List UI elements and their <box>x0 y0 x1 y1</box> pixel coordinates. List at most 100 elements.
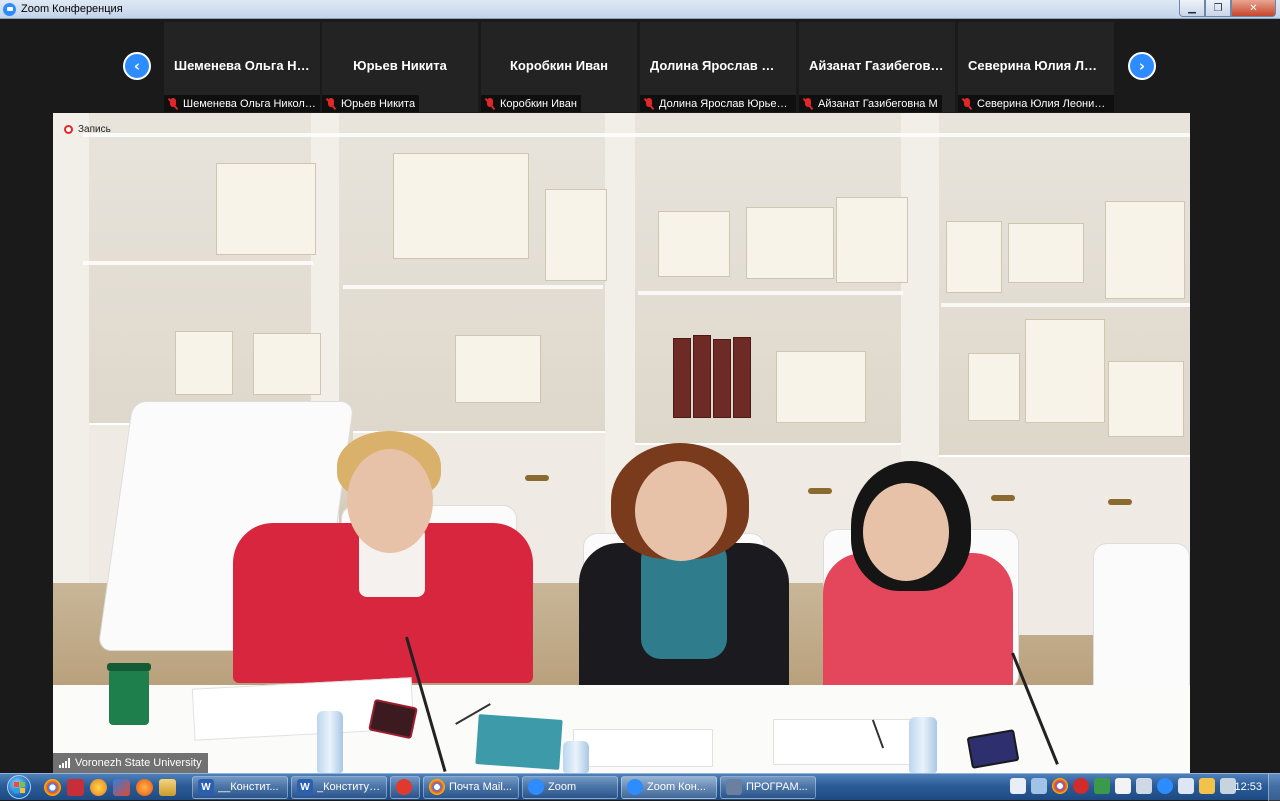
display-book <box>673 338 691 418</box>
previous-page-button[interactable]: ‹ <box>123 52 151 80</box>
taskbar-item-opera[interactable] <box>390 775 420 799</box>
participant-tile[interactable]: Коробкин Иван Коробкин Иван <box>481 22 637 112</box>
glass-shelf <box>83 133 1190 137</box>
cabinet-pillar <box>53 113 89 583</box>
green-cup <box>107 663 151 725</box>
firefox-icon[interactable] <box>136 778 153 796</box>
participant-label-text: Долина Ярослав Юрьевич <box>659 97 792 110</box>
display-book <box>776 351 866 423</box>
display-book <box>658 211 730 277</box>
taskbar-item-program[interactable]: ПРОГРАМ... <box>720 775 816 799</box>
water-bottle <box>317 711 343 773</box>
search-document-icon <box>726 779 742 795</box>
display-book <box>836 197 908 283</box>
taskbar-item-mail[interactable]: Почта Mail... <box>423 775 519 799</box>
close-button[interactable]: ✕ <box>1231 0 1276 17</box>
chrome-icon <box>429 779 445 795</box>
mic-muted-icon <box>644 97 654 110</box>
participant-name: Шеменева Ольга Николаевна <box>174 58 320 73</box>
paper-sheet <box>773 719 929 765</box>
mic-muted-icon <box>168 97 178 110</box>
maximize-button[interactable]: ❐ <box>1205 0 1231 17</box>
word-icon: W <box>198 779 214 795</box>
display-book <box>946 221 1002 293</box>
window-title-bar[interactable]: Zoom Конференция ▁ ❐ ✕ <box>0 0 1280 19</box>
participant-label: Коробкин Иван <box>481 95 581 112</box>
volume-icon[interactable] <box>1178 778 1194 794</box>
zoom-icon <box>627 779 643 795</box>
zoom-tray-icon[interactable] <box>1157 778 1173 794</box>
participant-tile[interactable]: Шеменева Ольга Николаевна Шеменева Ольга… <box>164 22 320 112</box>
display-book <box>253 333 321 395</box>
chair <box>1093 543 1190 703</box>
antivirus-icon[interactable] <box>1073 778 1089 794</box>
window-title: Zoom Конференция <box>21 3 123 15</box>
speaker-name: Voronezh State University <box>75 757 202 769</box>
participant-tile[interactable]: Северина Юлия Леонидовна Северина Юлия Л… <box>958 22 1114 112</box>
person-right <box>823 461 1013 713</box>
taskbar-item-label: Zoom <box>548 781 577 793</box>
chrome-tray-icon[interactable] <box>1052 778 1068 794</box>
network-device-icon[interactable] <box>1136 778 1152 794</box>
participant-label-text: Айзанат Газибеговна М <box>818 97 938 110</box>
zoom-icon <box>528 779 544 795</box>
recording-indicator: Запись <box>64 124 111 135</box>
display-book <box>1008 223 1084 283</box>
signal-strength-icon <box>59 758 70 768</box>
display-book <box>746 207 834 279</box>
display-book <box>455 335 541 403</box>
start-button[interactable] <box>0 774 38 801</box>
participant-label: Айзанат Газибеговна М <box>799 95 942 112</box>
display-book <box>393 153 529 259</box>
speaker-name-label: Voronezh State University <box>53 753 208 773</box>
water-bottle <box>909 717 937 773</box>
minimize-button[interactable]: ▁ <box>1179 0 1205 17</box>
person-left <box>233 431 533 691</box>
participant-label-text: Шеменева Ольга Николаевна <box>183 97 316 110</box>
display-book <box>733 337 751 418</box>
glass-shelf <box>83 261 313 265</box>
word-icon: W <box>297 779 313 795</box>
chevron-left-icon: ‹ <box>133 57 141 75</box>
app-icon[interactable] <box>67 778 84 796</box>
zoom-app-icon <box>3 2 16 16</box>
taskbar-item-label: Zoom Кон... <box>647 781 706 793</box>
taskbar-item-zoom-conference[interactable]: Zoom Кон... <box>621 775 717 799</box>
taskbar-item-label: Почта Mail... <box>449 781 512 793</box>
participant-label-text: Коробкин Иван <box>500 97 577 110</box>
paper-sheet <box>573 729 713 767</box>
notes-icon[interactable] <box>1010 778 1026 794</box>
person-middle <box>579 443 789 693</box>
shield-icon[interactable] <box>1094 778 1110 794</box>
tool-icon[interactable] <box>1031 778 1047 794</box>
drawer-handle <box>1108 499 1132 505</box>
app-icon[interactable] <box>113 778 130 796</box>
mic-muted-icon <box>962 97 972 110</box>
taskbar-item-word-1[interactable]: W __Констит... <box>192 775 288 799</box>
windows-taskbar: W __Констит... W _Конституц... Почта Mai… <box>0 773 1280 801</box>
display-book <box>1025 319 1105 423</box>
taskbar-item-word-2[interactable]: W _Конституц... <box>291 775 387 799</box>
participant-tile[interactable]: Долина Ярослав Юрьевич Долина Ярослав Юр… <box>640 22 796 112</box>
active-speaker-video[interactable]: Запись Voronezh State University <box>53 113 1190 773</box>
participant-label: Шеменева Ольга Николаевна <box>164 95 320 112</box>
clock[interactable]: 12:53 <box>1234 781 1262 793</box>
next-page-button[interactable]: › <box>1128 52 1156 80</box>
taskbar-item-zoom[interactable]: Zoom <box>522 775 618 799</box>
chrome-icon[interactable] <box>44 778 61 796</box>
show-desktop-button[interactable] <box>1268 774 1280 801</box>
recording-label: Запись <box>78 124 111 135</box>
flag-icon[interactable] <box>1115 778 1131 794</box>
app-icon[interactable] <box>90 778 107 796</box>
taskbar-item-label: __Констит... <box>218 781 279 793</box>
participant-tile[interactable]: Айзанат Газибеговна М Айзанат Газибеговн… <box>799 22 955 112</box>
folder-tray-icon[interactable] <box>1199 778 1215 794</box>
water-bottle <box>563 741 589 773</box>
display-book <box>693 335 711 418</box>
display-book <box>1105 201 1185 299</box>
folder-icon[interactable] <box>159 778 176 796</box>
participant-tile[interactable]: Юрьев Никита Юрьев Никита <box>322 22 478 112</box>
mic-muted-icon <box>485 97 495 110</box>
quick-launch <box>38 778 182 796</box>
participant-name: Северина Юлия Леонидовна <box>968 58 1114 73</box>
